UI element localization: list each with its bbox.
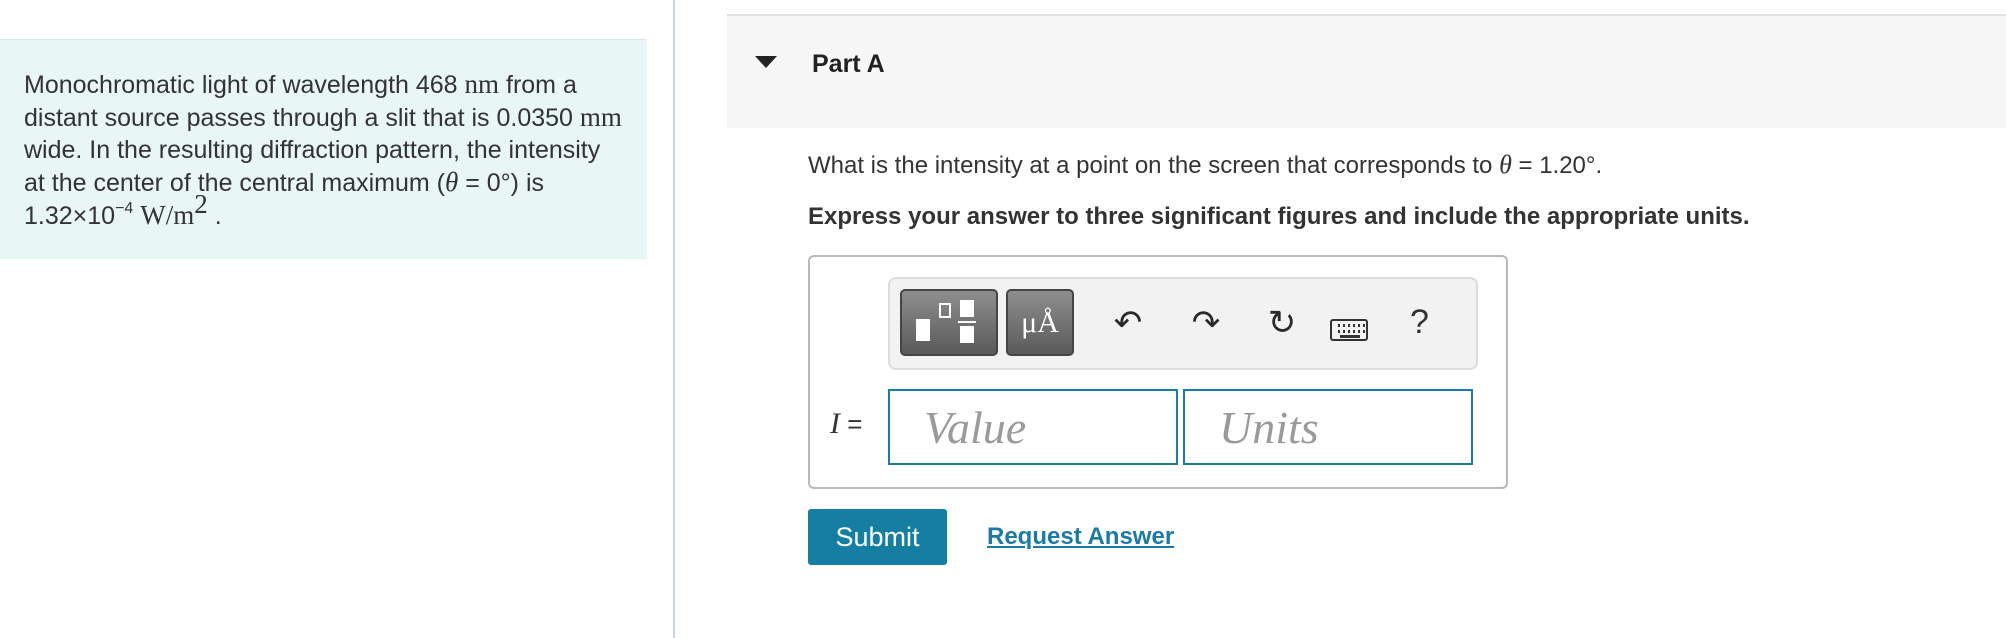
- problem-text: Monochromatic light of wavelength 468: [24, 71, 465, 99]
- question-prefix: What is the intensity at a point on the …: [808, 152, 1500, 179]
- theta-symbol: θ: [1499, 150, 1512, 179]
- unit-mm: mm: [579, 102, 622, 132]
- problem-statement: Monochromatic light of wavelength 468 nm…: [0, 39, 647, 259]
- redo-icon[interactable]: ↷: [1186, 303, 1226, 343]
- theta-symbol: θ: [445, 167, 459, 197]
- panel-divider: [673, 0, 675, 638]
- equals-sign: =: [840, 409, 863, 439]
- answer-box: μÅ ↶ ↷ ↻ ? I =: [808, 255, 1508, 489]
- templates-button[interactable]: [900, 289, 998, 356]
- part-header[interactable]: Part A: [727, 14, 2006, 128]
- math-toolbar: μÅ ↶ ↷ ↻ ?: [888, 277, 1478, 370]
- undo-icon[interactable]: ↶: [1108, 303, 1148, 343]
- value-input[interactable]: [888, 389, 1178, 465]
- templates-icon: [916, 300, 976, 343]
- collapse-caret-icon[interactable]: [755, 56, 777, 68]
- unit-exponent: 2: [194, 188, 208, 219]
- units-input[interactable]: [1183, 389, 1473, 465]
- question-text: What is the intensity at a point on the …: [808, 150, 1602, 180]
- submit-button[interactable]: Submit: [808, 509, 947, 565]
- exponent: −4: [115, 199, 134, 217]
- question-angle: = 1.20°.: [1511, 152, 1603, 179]
- help-button[interactable]: ?: [1410, 303, 1429, 342]
- problem-text: .: [207, 202, 222, 230]
- units-button[interactable]: μÅ: [1006, 289, 1074, 356]
- unit-intensity: W/m: [140, 200, 195, 230]
- variable-symbol: I: [830, 407, 840, 440]
- answer-instruction: Express your answer to three significant…: [808, 203, 1750, 230]
- part-title: Part A: [812, 50, 885, 78]
- reset-icon[interactable]: ↻: [1262, 303, 1302, 343]
- answer-variable-label: I =: [830, 407, 862, 441]
- request-answer-link[interactable]: Request Answer: [987, 523, 1174, 551]
- keyboard-icon[interactable]: [1330, 319, 1368, 341]
- unit-nm: nm: [464, 69, 500, 99]
